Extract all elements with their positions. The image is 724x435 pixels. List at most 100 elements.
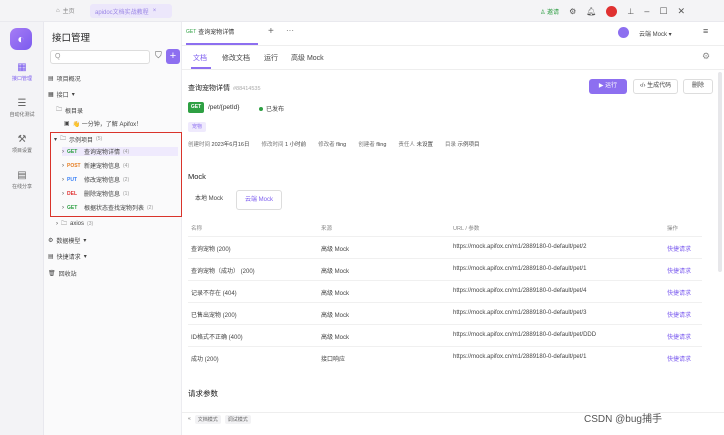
env-icon [618, 27, 629, 38]
doc-tab[interactable]: GET 查询宠物详情 [186, 27, 234, 37]
quick-request-link[interactable]: 快捷请求 [667, 288, 691, 297]
delete-button[interactable]: 删除 [683, 79, 713, 94]
watermark: CSDN @bug捕手 [584, 414, 662, 425]
trash-icon: 🗑︎ [48, 271, 56, 277]
project-tab[interactable]: apidoc文档实战教程 × [90, 4, 172, 18]
minimize-icon[interactable]: – [644, 6, 649, 16]
meta-modified: 修改时间 1 小时前 [261, 142, 307, 148]
tab-doc[interactable]: 文档 [193, 53, 207, 63]
run-button[interactable]: ▶ 运行 [589, 79, 627, 94]
status-dot [259, 106, 263, 111]
mock-table-header: 名称 来源 URL / 参数 操作 [191, 226, 679, 232]
add-tab-button[interactable]: + [268, 26, 274, 37]
table-row: ID格式不正确 (400) 高级 Mock https://mock.apifox.… [188, 324, 702, 346]
more-icon[interactable]: ··· [286, 26, 294, 35]
doc-tab-bar: GET 查询宠物详情 + ··· 云端 Mock ▾ ≡ [182, 22, 724, 46]
invite-button[interactable]: ♙ 邀请 [540, 7, 559, 16]
quick-request-link[interactable]: 快捷请求 [667, 354, 691, 363]
request-icon: ▤ [48, 254, 54, 260]
overview-icon: ▤ [48, 76, 54, 82]
folder-icon: 🗀 [61, 221, 68, 227]
scrollbar[interactable] [718, 72, 722, 272]
collapse-icon[interactable]: « [188, 416, 191, 422]
app-logo: ◐ [10, 28, 32, 50]
menu-icon[interactable]: ≡ [703, 26, 708, 36]
maximize-icon[interactable]: ☐ [659, 6, 667, 17]
main-panel: GET 查询宠物详情 + ··· 云端 Mock ▾ ≡ 文档 修改文档 运行 高… [182, 22, 724, 435]
close-icon[interactable]: ✕ [677, 6, 685, 17]
table-row: 查询宠物 (200) 高级 Mock https://mock.apifox.cn/… [188, 236, 702, 258]
settings-icon[interactable]: ⚙ [569, 7, 576, 16]
debug-mode-button[interactable]: 调试模式 [224, 414, 251, 424]
home-tab[interactable]: ⌂ 主页 [56, 6, 75, 16]
share-icon: ▤ [17, 170, 27, 181]
status-badge[interactable]: 已发布 [259, 104, 284, 113]
home-icon: ⌂ [56, 7, 60, 14]
chevron-down-icon: ▾ [83, 254, 87, 260]
selection-highlight-box [50, 132, 182, 217]
tree-item-root[interactable]: 🗀 根目录 [56, 105, 83, 115]
tab-advanced-mock[interactable]: 高级 Mock [291, 53, 324, 63]
meta-created: 创建时间 2023年6月16日 [188, 142, 250, 148]
quick-request-link[interactable]: 快捷请求 [667, 244, 691, 253]
meta-modifier: 修改者 fling [318, 142, 347, 148]
sidebar-title: 接口管理 [52, 33, 91, 44]
method-badge: GET [188, 102, 204, 113]
model-icon: ⚙ [48, 238, 54, 244]
avatar[interactable] [606, 5, 618, 17]
rail-item-test[interactable]: ☰ 自动化测试 [0, 98, 44, 118]
table-row: 查询宠物（成功） (200) 高级 Mock https://mock.apifox… [188, 258, 702, 280]
search-input[interactable]: Q [50, 50, 150, 64]
meta-owner: 责任人 未设置 [398, 142, 433, 148]
tree-item-data-models[interactable]: ⚙ 数据模型 ▾ [48, 236, 86, 245]
bell-icon[interactable]: 🔔︎ [586, 7, 596, 16]
tab-run[interactable]: 运行 [264, 53, 278, 63]
tag-badge: 宠物 [188, 122, 207, 132]
subtab-indicator [191, 67, 211, 69]
titlebar-actions: ♙ 邀请 ⚙ 🔔︎ ⊥ – ☐ ✕ [540, 4, 685, 18]
api-path: /pet/{petId} [208, 104, 240, 111]
table-row: 已售出宠物 (200) 高级 Mock https://mock.apifox.cn… [188, 302, 702, 324]
meta-folder: 目录 示例项目 [444, 142, 480, 148]
settings-icon: ⚒ [17, 134, 27, 145]
api-title: 查询宠物详情 #88414535 [188, 85, 261, 92]
quick-request-link[interactable]: 快捷请求 [667, 266, 691, 275]
mock-section-title: Mock [188, 172, 206, 181]
api-icon: ▦ [17, 62, 27, 73]
test-icon: ☰ [17, 98, 27, 109]
chevron-right-icon: › [56, 221, 58, 227]
table-row: 记录不存在 (404) 高级 Mock https://mock.apifox.cn… [188, 280, 702, 302]
pin-icon[interactable]: ⊥ [627, 7, 634, 16]
tree-item-overview[interactable]: ▤ 项目概况 [48, 74, 81, 83]
table-row: 成功 (200) 接口响应 https://mock.apifox.cn/m1/28… [188, 346, 702, 368]
tree-item-quick-requests[interactable]: ▤ 快捷请求 ▾ [48, 252, 87, 261]
rail-item-api[interactable]: ▦ 接口管理 [0, 62, 44, 82]
left-rail: ◐ ▦ 接口管理 ☰ 自动化测试 ⚒ 项目设置 ▤ 在线分享 [0, 22, 44, 435]
quick-request-link[interactable]: 快捷请求 [667, 310, 691, 319]
env-select[interactable]: 云端 Mock ▾ [639, 29, 672, 38]
chevron-down-icon: ▾ [71, 92, 75, 98]
tree-item-recycle[interactable]: 🗑︎ 回收站 [48, 269, 77, 278]
tree-folder-axios[interactable]: › 🗀 axios (3) [56, 219, 93, 229]
tab-edit-doc[interactable]: 修改文档 [222, 53, 250, 63]
tab-cloud-mock[interactable]: 云端 Mock [236, 190, 282, 210]
meta-info: 创建时间 2023年6月16日 修改时间 1 小时前 修改者 fling 创建者… [188, 140, 480, 148]
chevron-down-icon: ▾ [83, 238, 87, 244]
close-tab-icon[interactable]: × [153, 8, 157, 14]
folder-icon: 🗀 [56, 107, 63, 113]
quick-request-link[interactable]: 快捷请求 [667, 332, 691, 341]
title-bar: ⌂ 主页 apidoc文档实战教程 × ♙ 邀请 ⚙ 🔔︎ ⊥ – ☐ ✕ [0, 0, 724, 22]
tree-item-interfaces[interactable]: ▦ 接口 ▾ [48, 90, 75, 99]
filter-icon[interactable]: ⛉ [155, 50, 162, 61]
doc-mode-button[interactable]: 文档模式 [194, 414, 221, 424]
rail-item-share[interactable]: ▤ 在线分享 [0, 170, 44, 190]
tree-item-intro-doc[interactable]: ▣ 👋 一分钟，了解 Apifox！ [64, 119, 142, 128]
tab-local-mock[interactable]: 本地 Mock [188, 190, 230, 210]
add-button[interactable]: + [166, 49, 180, 64]
generate-code-button[interactable]: ‹/› 生成代码 [633, 79, 678, 94]
gear-icon[interactable]: ⚙ [702, 51, 710, 62]
project-tab-label: apidoc文档实战教程 [95, 9, 149, 16]
rail-item-settings[interactable]: ⚒ 项目设置 [0, 134, 44, 154]
doc-tab-indicator [186, 43, 258, 45]
api-icon: ▦ [48, 92, 54, 98]
